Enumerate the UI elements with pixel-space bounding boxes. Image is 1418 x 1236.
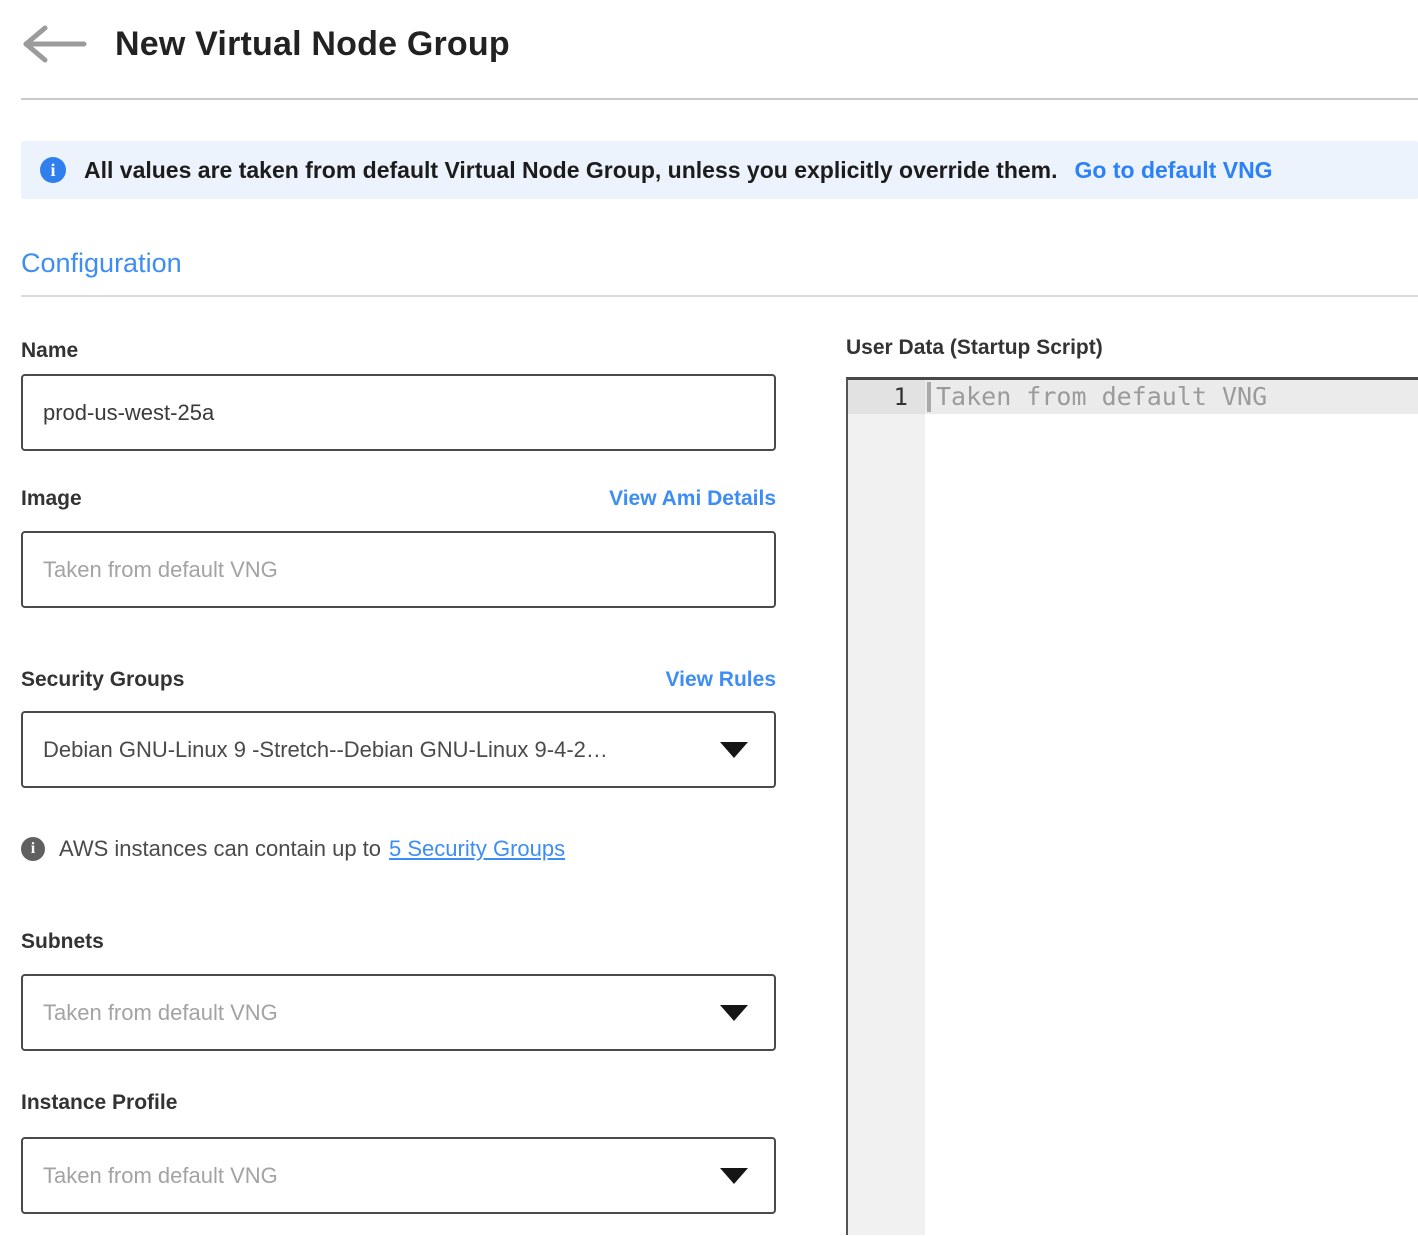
go-to-default-vng-link[interactable]: Go to default VNG (1075, 157, 1273, 184)
instance-profile-field-header: Instance Profile (21, 1091, 776, 1115)
image-field-header: Image View Ami Details (21, 487, 776, 511)
chevron-down-icon (720, 1168, 748, 1184)
user-data-panel: User Data (Startup Script) 1 Taken from … (846, 297, 1418, 1235)
five-security-groups-link[interactable]: 5 Security Groups (389, 836, 565, 862)
image-label: Image (21, 487, 82, 511)
instance-profile-select[interactable]: Taken from default VNG (21, 1137, 776, 1214)
page-title: New Virtual Node Group (115, 25, 510, 64)
image-input[interactable] (21, 531, 776, 608)
info-banner: i All values are taken from default Virt… (21, 141, 1418, 199)
text-cursor (927, 382, 931, 412)
name-input[interactable] (21, 374, 776, 451)
chevron-down-icon (720, 742, 748, 758)
subnets-placeholder: Taken from default VNG (43, 1000, 278, 1026)
note-text: AWS instances can contain up to (59, 836, 381, 862)
editor-line-number-gutter: 1 (848, 380, 925, 1235)
user-data-label: User Data (Startup Script) (846, 336, 1418, 360)
instance-profile-placeholder: Taken from default VNG (43, 1163, 278, 1189)
security-groups-selected-value: Debian GNU-Linux 9 -Stretch--Debian GNU-… (43, 737, 608, 763)
subnets-label: Subnets (21, 930, 104, 954)
subnets-field-header: Subnets (21, 930, 776, 954)
user-data-editor[interactable]: 1 Taken from default VNG (846, 377, 1418, 1235)
editor-code-area[interactable]: Taken from default VNG (925, 380, 1418, 1235)
name-field-header: Name (21, 339, 776, 363)
editor-placeholder-text: Taken from default VNG (936, 380, 1267, 414)
line-number: 1 (848, 380, 925, 414)
page-header: New Virtual Node Group (0, 0, 1418, 66)
info-icon: i (21, 837, 45, 861)
configuration-section-title: Configuration (21, 248, 1418, 279)
form-columns: Name Image View Ami Details Security Gro… (21, 297, 1418, 1235)
back-arrow-icon[interactable] (21, 25, 87, 63)
security-groups-field-header: Security Groups View Rules (21, 668, 776, 692)
security-groups-select[interactable]: Debian GNU-Linux 9 -Stretch--Debian GNU-… (21, 711, 776, 788)
security-groups-note: i AWS instances can contain up to 5 Secu… (21, 836, 776, 862)
subnets-select[interactable]: Taken from default VNG (21, 974, 776, 1051)
instance-profile-label: Instance Profile (21, 1091, 177, 1115)
header-divider (21, 98, 1418, 100)
info-icon: i (40, 157, 66, 183)
new-virtual-node-group-page: New Virtual Node Group i All values are … (0, 0, 1418, 1236)
view-ami-details-link[interactable]: View Ami Details (609, 487, 776, 511)
security-groups-label: Security Groups (21, 668, 184, 692)
editor-active-line: Taken from default VNG (925, 380, 1418, 414)
configuration-form: Name Image View Ami Details Security Gro… (21, 297, 776, 1214)
name-label: Name (21, 339, 78, 363)
banner-text: All values are taken from default Virtua… (84, 157, 1058, 184)
view-rules-link[interactable]: View Rules (666, 668, 777, 692)
chevron-down-icon (720, 1005, 748, 1021)
